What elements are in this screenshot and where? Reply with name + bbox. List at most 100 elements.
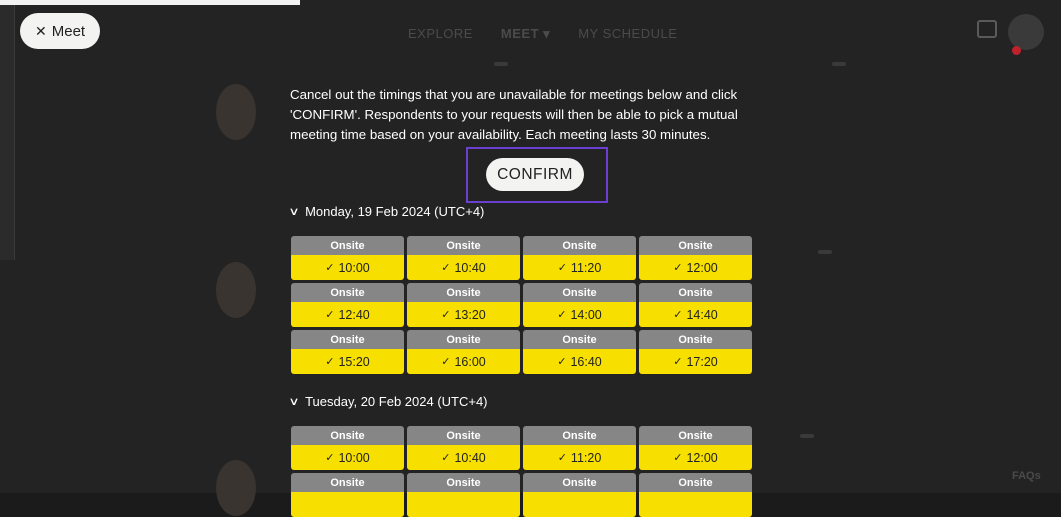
time-slot[interactable]: Onsite ✓ 10:40	[407, 236, 520, 280]
day-header-monday[interactable]: ∨ Monday, 19 Feb 2024 (UTC+4)	[288, 204, 485, 219]
slot-time: ✓ 15:20	[291, 349, 404, 374]
slot-type-label: Onsite	[291, 473, 404, 492]
time-slot-grid: Onsite ✓ 10:00 Onsite ✓ 10:40 Onsite ✓ 11:20 Onsi…	[291, 236, 752, 374]
chevron-down-icon: ∨	[288, 206, 300, 218]
time-slot[interactable]: Onsite ✓ 16:40	[523, 330, 636, 374]
chat-icon[interactable]	[977, 20, 997, 38]
time-slot[interactable]: Onsite ✓ 11:20	[523, 426, 636, 470]
check-icon: ✓	[557, 309, 567, 321]
time-slot[interactable]: Onsite	[523, 473, 636, 517]
slot-time: ✓ 14:00	[523, 302, 636, 327]
slot-time-label: 12:40	[338, 307, 370, 322]
top-strip	[0, 0, 300, 5]
slot-time-label: 12:00	[686, 260, 718, 275]
check-icon: ✓	[673, 452, 683, 464]
time-slot[interactable]: Onsite ✓ 12:40	[291, 283, 404, 327]
slot-time-label: 17:20	[686, 354, 718, 369]
slot-type-label: Onsite	[639, 330, 752, 349]
slot-time: ✓ 12:40	[291, 302, 404, 327]
chevron-down-icon: ∨	[288, 396, 300, 408]
check-icon: ✓	[441, 356, 451, 368]
slot-type-label: Onsite	[291, 283, 404, 302]
slot-type-label: Onsite	[639, 426, 752, 445]
check-icon: ✓	[557, 262, 567, 274]
nav-meet[interactable]: MEET ▾	[501, 26, 550, 42]
slot-type-label: Onsite	[407, 283, 520, 302]
slot-type-label: Onsite	[523, 426, 636, 445]
day-label: Tuesday, 20 Feb 2024 (UTC+4)	[305, 394, 488, 409]
time-slot[interactable]: Onsite	[407, 473, 520, 517]
time-slot[interactable]: Onsite ✓ 14:00	[523, 283, 636, 327]
slot-time-label: 14:00	[570, 307, 602, 322]
ghost-badge	[832, 62, 846, 66]
nav-explore[interactable]: EXPLORE	[408, 26, 473, 42]
nav-my-schedule[interactable]: MY SCHEDULE	[578, 26, 677, 42]
slot-type-label: Onsite	[639, 236, 752, 255]
slot-time	[291, 492, 404, 517]
slot-time: ✓ 10:00	[291, 445, 404, 470]
time-slot[interactable]: Onsite ✓ 14:40	[639, 283, 752, 327]
time-slot[interactable]: Onsite ✓ 10:40	[407, 426, 520, 470]
check-icon: ✓	[673, 356, 683, 368]
ghost-avatar	[216, 460, 256, 516]
check-icon: ✓	[673, 309, 683, 321]
side-panel	[0, 5, 15, 260]
day-header-tuesday[interactable]: ∨ Tuesday, 20 Feb 2024 (UTC+4)	[288, 394, 488, 409]
check-icon: ✓	[441, 452, 451, 464]
availability-instructions: Cancel out the timings that you are unav…	[290, 87, 738, 142]
slot-time: ✓ 16:40	[523, 349, 636, 374]
slot-time-label: 15:20	[338, 354, 370, 369]
ghost-badge	[818, 250, 832, 254]
time-slot[interactable]: Onsite	[291, 473, 404, 517]
slot-type-label: Onsite	[291, 426, 404, 445]
confirm-button[interactable]: CONFIRM	[486, 158, 584, 191]
day-label: Monday, 19 Feb 2024 (UTC+4)	[305, 204, 485, 219]
slot-time: ✓ 12:00	[639, 445, 752, 470]
meet-back-button[interactable]: ✕ Meet	[20, 13, 101, 49]
slot-time	[407, 492, 520, 517]
ghost-avatar	[216, 84, 256, 140]
slot-time-label: 10:40	[454, 450, 486, 465]
slot-time: ✓ 13:20	[407, 302, 520, 327]
faqs-link[interactable]: FAQs	[1012, 470, 1041, 482]
time-slot[interactable]: Onsite ✓ 12:00	[639, 426, 752, 470]
slot-time: ✓ 14:40	[639, 302, 752, 327]
time-slot[interactable]: Onsite ✓ 10:00	[291, 426, 404, 470]
ghost-avatar	[216, 262, 256, 318]
slot-type-label: Onsite	[639, 283, 752, 302]
slot-time: ✓ 11:20	[523, 255, 636, 280]
slot-type-label: Onsite	[523, 236, 636, 255]
time-slot[interactable]: Onsite ✓ 11:20	[523, 236, 636, 280]
time-slot[interactable]: Onsite ✓ 17:20	[639, 330, 752, 374]
slot-type-label: Onsite	[639, 473, 752, 492]
slot-type-label: Onsite	[523, 330, 636, 349]
slot-time: ✓ 10:40	[407, 445, 520, 470]
check-icon: ✓	[325, 262, 335, 274]
slot-time-label: 11:20	[570, 260, 602, 275]
slot-type-label: Onsite	[407, 236, 520, 255]
slot-time-label: 10:00	[338, 260, 370, 275]
time-slot-grid: Onsite ✓ 10:00 Onsite ✓ 10:40 Onsite ✓ 11:20 Onsi…	[291, 426, 752, 517]
slot-time: ✓ 12:00	[639, 255, 752, 280]
caret-down-icon: ▾	[543, 26, 551, 41]
back-button-label: Meet	[51, 22, 86, 40]
avatar[interactable]	[1008, 14, 1044, 50]
slot-time: ✓ 11:20	[523, 445, 636, 470]
slot-type-label: Onsite	[407, 426, 520, 445]
slot-type-label: Onsite	[407, 330, 520, 349]
time-slot[interactable]: Onsite ✓ 13:20	[407, 283, 520, 327]
time-slot[interactable]: Onsite ✓ 10:00	[291, 236, 404, 280]
check-icon: ✓	[441, 309, 451, 321]
time-slot[interactable]: Onsite	[639, 473, 752, 517]
slot-time: ✓ 17:20	[639, 349, 752, 374]
check-icon: ✓	[673, 262, 683, 274]
slot-time: ✓ 16:00	[407, 349, 520, 374]
slot-time-label: 10:00	[338, 450, 370, 465]
time-slot[interactable]: Onsite ✓ 16:00	[407, 330, 520, 374]
slot-type-label: Onsite	[523, 473, 636, 492]
time-slot[interactable]: Onsite ✓ 12:00	[639, 236, 752, 280]
time-slot[interactable]: Onsite ✓ 15:20	[291, 330, 404, 374]
confirm-focus-outline: CONFIRM	[466, 147, 608, 203]
slot-time-label: 13:20	[454, 307, 486, 322]
slot-time-label: 11:20	[570, 450, 602, 465]
